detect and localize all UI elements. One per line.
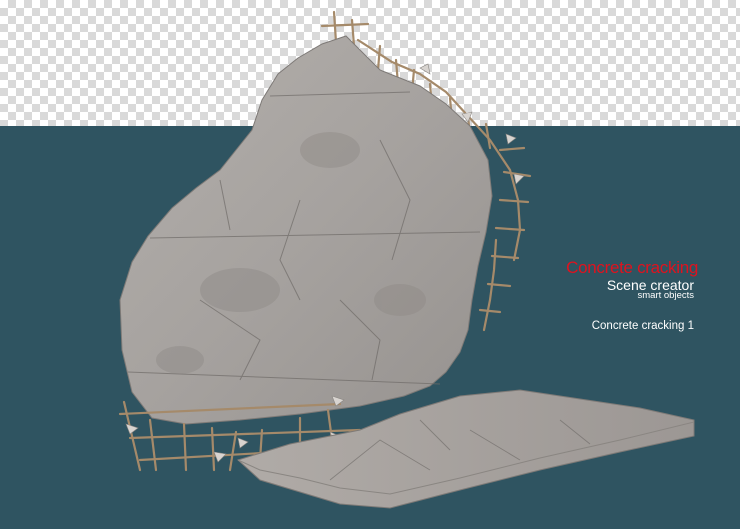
concrete-scene-illustration	[118, 10, 695, 509]
large-concrete-slab	[119, 35, 493, 425]
